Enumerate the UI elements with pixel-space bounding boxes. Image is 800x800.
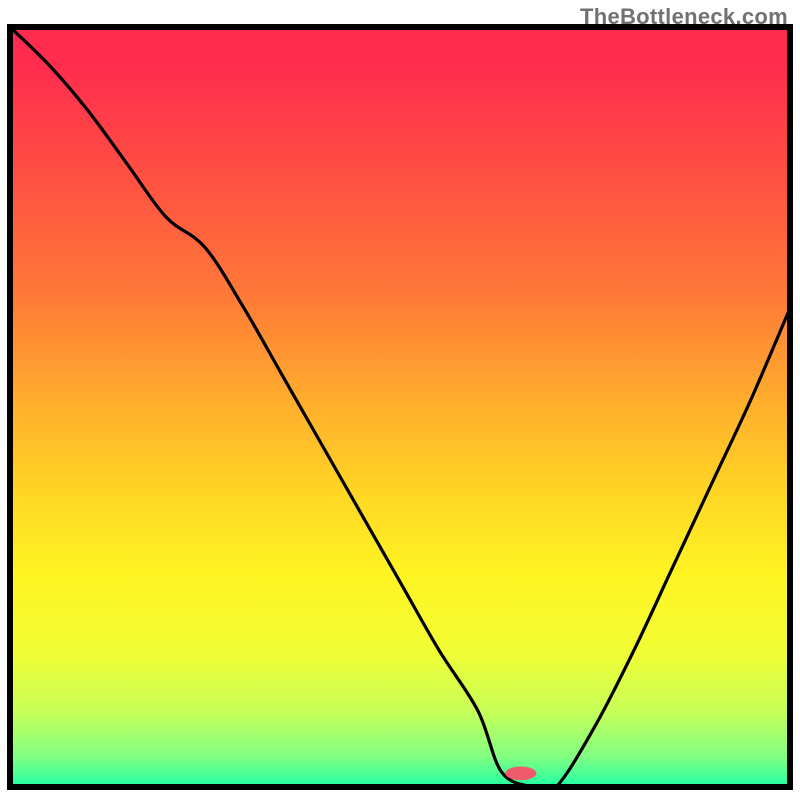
optimal-marker — [505, 766, 536, 780]
plot-area — [10, 27, 790, 792]
chart-container: TheBottleneck.com — [0, 0, 800, 800]
watermark-text: TheBottleneck.com — [580, 4, 788, 30]
bottleneck-chart — [0, 0, 800, 800]
gradient-background — [10, 27, 790, 787]
